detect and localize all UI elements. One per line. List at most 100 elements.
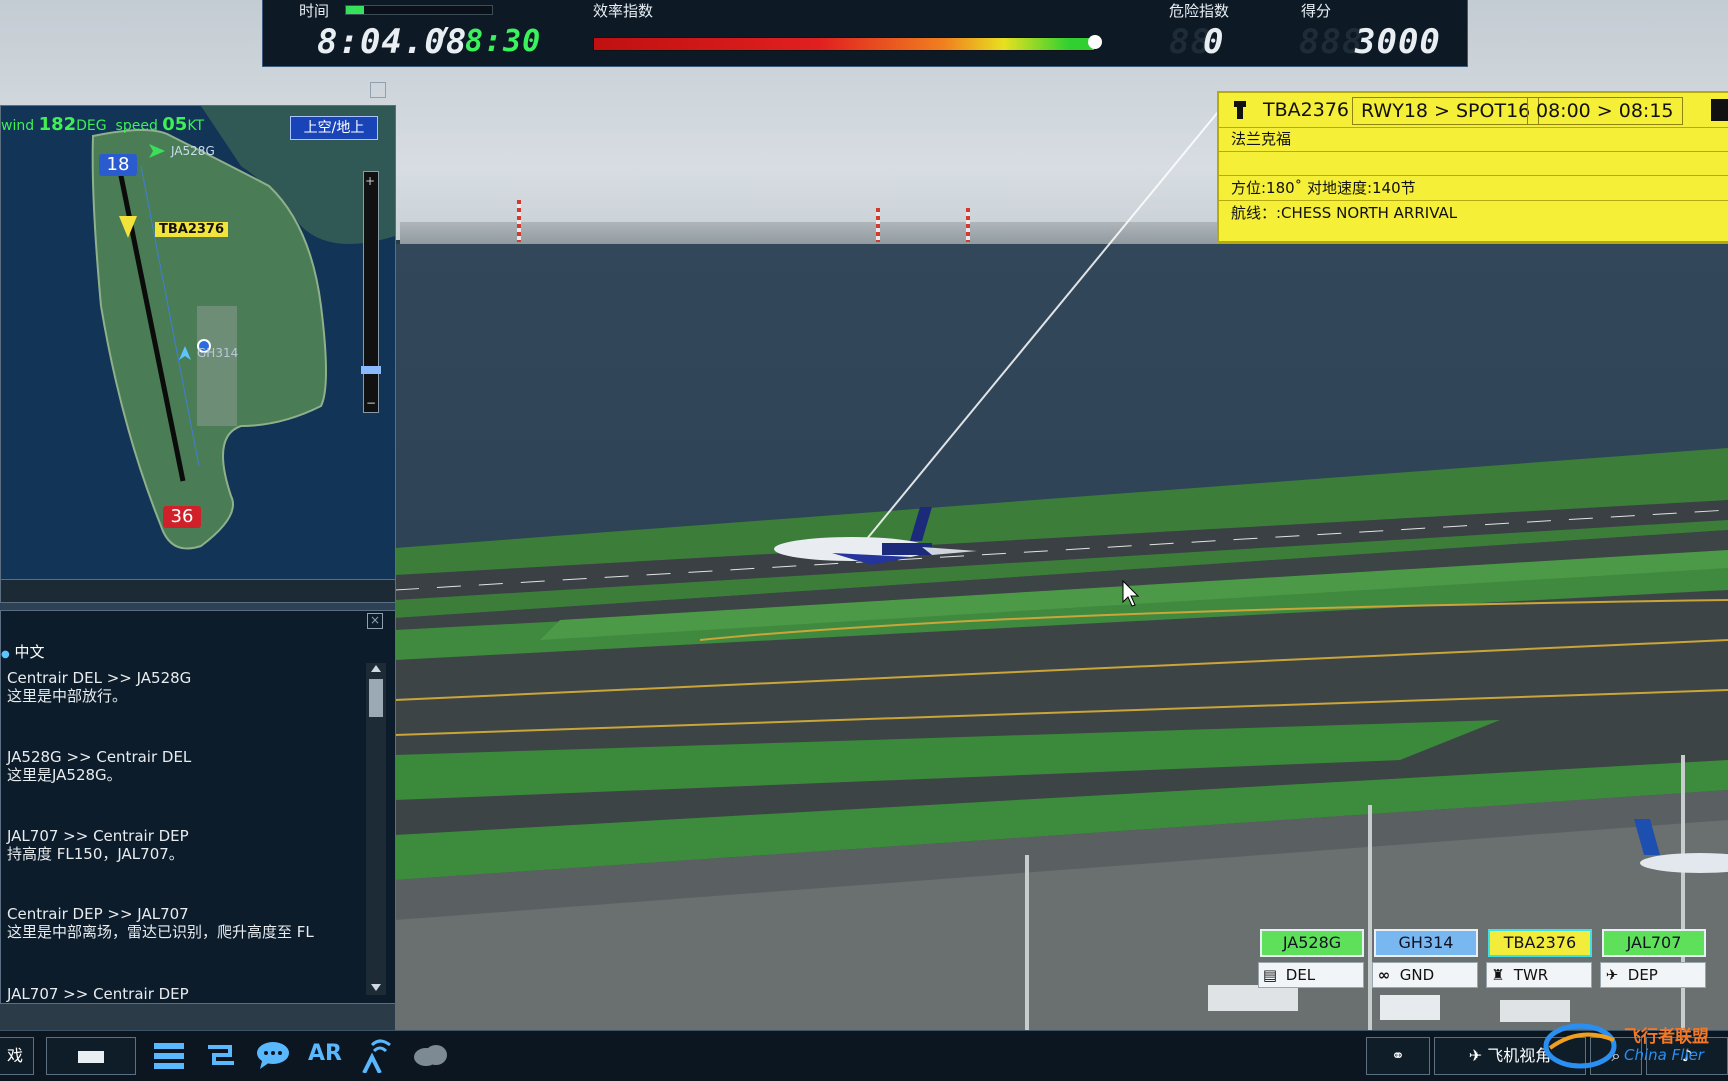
binoculars-button[interactable]: ⚭ — [1366, 1037, 1430, 1075]
efficiency-marker — [1088, 35, 1102, 49]
log-message-header: JAL707 >> Centrair DEP — [7, 827, 189, 845]
strip-time-window: 08:00 > 08:15 — [1527, 97, 1683, 125]
clipboard-icon: ▤ — [1262, 966, 1278, 984]
role-label: TWR — [1513, 966, 1549, 984]
strip-route: RWY18 > SPOT16 — [1352, 97, 1540, 125]
end-time: 8:30 — [465, 24, 542, 59]
log-message-body: 这里是中部离场，雷达已识别，爬升高度至 FL — [7, 923, 314, 941]
aircraft-arrow-icon — [179, 346, 191, 360]
ar-button[interactable]: AR — [308, 1041, 342, 1066]
watermark-text: 飞行者联盟 — [1624, 1027, 1709, 1047]
score-ghost-digits: 888 — [1299, 22, 1364, 62]
parked-aircraft — [1634, 819, 1728, 873]
strip-heading-speed: 方位:180˚ 对地速度:140节 — [1219, 176, 1728, 201]
time-separator: / — [433, 22, 453, 57]
runway-18-marker: 18 — [99, 154, 137, 176]
log-message-header: Centrair DEL >> JA528G — [7, 669, 192, 687]
log-message: Centrair DEL >> JA528G 这里是中部放行。 — [7, 669, 191, 705]
runway-36-marker: 36 — [163, 506, 201, 528]
plane-icon: ✈ — [1468, 1046, 1483, 1065]
danger-value: 0 — [1203, 22, 1225, 62]
score-value: 3000 — [1355, 22, 1441, 62]
scroll-up-icon[interactable] — [371, 665, 381, 672]
log-message-header: Centrair DEP >> JAL707 — [7, 905, 189, 923]
log-message-header: JA528G >> Centrair DEL — [7, 748, 192, 766]
aircraft-arrow-icon — [119, 216, 137, 238]
close-icon[interactable]: × — [367, 613, 383, 629]
airport-minimap[interactable]: wind 182DEG speed 05KT 上空/地上 18 36 JA528… — [0, 105, 396, 581]
menu-button[interactable]: 戏 — [0, 1037, 34, 1075]
log-scrollbar[interactable] — [366, 663, 386, 995]
minimap-label-gh314[interactable]: GH314 — [197, 346, 238, 360]
role-label: DEP — [1627, 966, 1658, 984]
radar-antenna-icon[interactable] — [360, 1039, 392, 1073]
language-label: 中文 — [14, 643, 45, 661]
bottom-toolbar: 戏 AR ⚭ ✈ 飞机视角 ⌕ ♪ — [0, 1030, 1728, 1081]
radio-dot-icon: ● — [1, 649, 10, 660]
zoom-in-icon[interactable]: + — [365, 174, 375, 188]
log-message: JA528G >> Centrair DEL 这里是JA528G。 — [7, 748, 191, 784]
log-message-header: JAL707 >> Centrair DEP — [7, 985, 189, 1003]
strip-origin: 法兰克福 — [1219, 127, 1728, 152]
log-message-body: 持高度 FL150，JAL707。 — [7, 845, 184, 863]
screen-toggle-button[interactable] — [46, 1037, 136, 1075]
aircraft-tba2376[interactable] — [772, 505, 992, 575]
time-label: 时间 — [299, 2, 330, 20]
screen-icon — [78, 1050, 104, 1063]
chat-bubble-icon[interactable] — [256, 1041, 290, 1069]
strip-list-icon[interactable] — [154, 1043, 184, 1069]
watermark-logo: 飞行者联盟 China Flier — [1540, 1016, 1726, 1072]
role-label: DEL — [1285, 966, 1316, 984]
wind-label: wind — [1, 118, 35, 134]
scroll-down-icon[interactable] — [371, 984, 381, 991]
watermark-emblem — [1543, 1023, 1617, 1069]
wind-degree-unit: DEG — [76, 118, 107, 134]
role-dep-button[interactable]: ✈ DEP — [1600, 962, 1706, 988]
minimap-label-tba2376[interactable]: TBA2376 — [155, 222, 229, 237]
strip-callsign: TBA2376 — [1263, 99, 1349, 121]
radio-log-panel[interactable]: × ● 中文 Centrair DEL >> JA528G 这里是中部放行。 JA… — [0, 610, 396, 1004]
wind-readout: wind 182DEG speed 05KT — [1, 114, 204, 135]
zoom-slider-handle[interactable] — [361, 365, 381, 374]
zoom-slider[interactable]: + − — [361, 171, 381, 413]
top-status-bar: 时间 效率指数 危险指数 得分 8:04.08 / 8:30 88 0 888 … — [262, 0, 1468, 67]
strip-handle[interactable] — [1711, 99, 1728, 121]
aircraft-tag-gh314[interactable]: GH314 — [1374, 929, 1478, 957]
log-message: Centrair DEP >> JAL707 这里是中部离场，雷达已识别，爬升高度… — [7, 905, 314, 941]
binoculars-icon: ⚭ — [1391, 1046, 1405, 1065]
zoom-out-icon[interactable]: − — [366, 396, 376, 410]
minimap-label-ja528g[interactable]: JA528G — [171, 144, 215, 158]
weather-cloud-icon[interactable] — [412, 1043, 448, 1067]
log-message-body: 这里是JA528G。 — [7, 766, 122, 784]
strip-blank-row — [1219, 151, 1728, 176]
score-label: 得分 — [1301, 2, 1332, 20]
speed-label: speed — [115, 118, 158, 134]
aircraft-tag-tba2376[interactable]: TBA2376 — [1488, 929, 1592, 957]
log-message-body: 这里是中部放行。 — [7, 687, 128, 705]
aircraft-arrow-icon — [149, 144, 165, 158]
runway-icon[interactable] — [206, 1043, 236, 1071]
binoculars-icon: ∞ — [1377, 966, 1391, 984]
role-twr-button[interactable]: ♜ TWR — [1486, 962, 1592, 988]
minimap-pin-button[interactable] — [370, 82, 386, 98]
strip-airway: 航线：:CHESS NORTH ARRIVAL — [1231, 204, 1458, 222]
mouse-cursor-icon — [1122, 580, 1140, 607]
departure-icon: ✈ — [1605, 966, 1619, 984]
danger-label: 危险指数 — [1169, 2, 1230, 20]
log-message: JAL707 >> Centrair DEP 持高度 FL150，JAL707。 — [7, 827, 189, 863]
panel-divider — [0, 579, 396, 603]
aircraft-tag-jal707[interactable]: JAL707 — [1602, 929, 1706, 957]
wind-speed: 05 — [162, 114, 188, 135]
efficiency-gauge — [593, 37, 1095, 51]
role-label: GND — [1399, 966, 1435, 984]
language-selector[interactable]: ● 中文 — [1, 641, 45, 662]
role-gnd-button[interactable]: ∞ GND — [1372, 962, 1478, 988]
flight-strip-tba2376[interactable]: TBA2376 RWY18 > SPOT16 08:00 > 08:15 法兰克… — [1217, 91, 1728, 243]
scroll-thumb[interactable] — [369, 679, 383, 717]
wind-degrees: 182 — [38, 114, 77, 135]
aircraft-tag-ja528g[interactable]: JA528G — [1260, 929, 1364, 957]
role-del-button[interactable]: ▤ DEL — [1258, 962, 1364, 988]
tower-icon: ♜ — [1491, 966, 1505, 984]
air-ground-toggle[interactable]: 上空/地上 — [290, 116, 378, 140]
watermark-subtext: China Flier — [1624, 1046, 1704, 1064]
